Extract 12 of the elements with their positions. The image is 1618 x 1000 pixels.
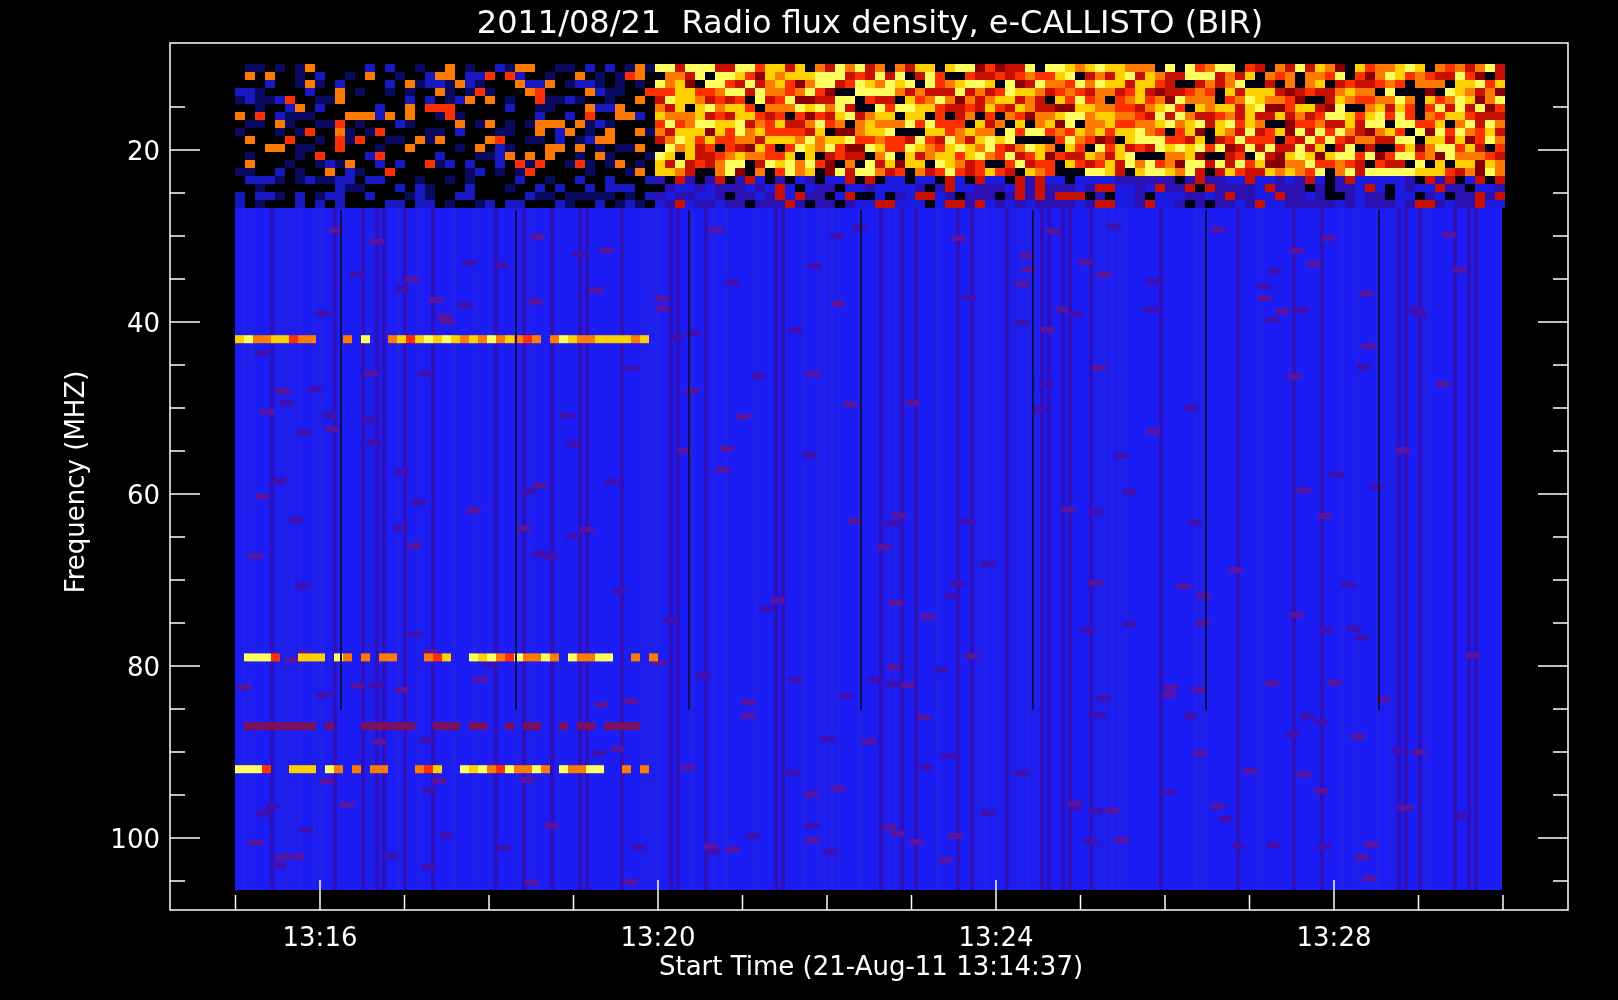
y-tick-label: 100 bbox=[110, 824, 160, 854]
y-tick-label: 60 bbox=[126, 480, 160, 510]
x-tick-label: 13:28 bbox=[1296, 922, 1372, 952]
y-tick-label: 20 bbox=[126, 136, 160, 166]
y-tick-label: 40 bbox=[126, 308, 160, 338]
x-axis-label: Start Time (21-Aug-11 13:14:37) bbox=[658, 951, 1084, 981]
y-tick-label: 80 bbox=[126, 652, 160, 682]
y-axis-label: Frequency (MHZ) bbox=[60, 370, 90, 594]
x-tick-label: 13:16 bbox=[282, 922, 358, 952]
x-tick-label: 13:24 bbox=[958, 922, 1034, 952]
chart-title: 2011/08/21 Radio flux density, e-CALLISTO (BIR) bbox=[476, 3, 1264, 41]
x-tick-label: 13:20 bbox=[620, 922, 696, 952]
